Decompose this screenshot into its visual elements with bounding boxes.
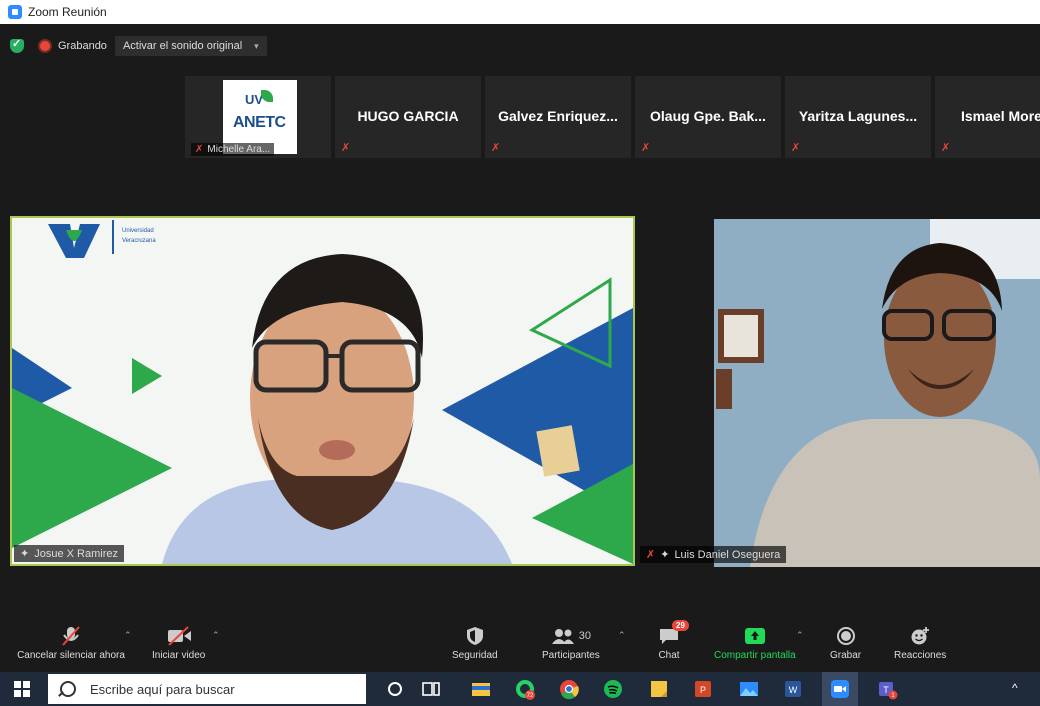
- zoom-app-icon: [8, 5, 22, 19]
- teams-icon[interactable]: T1: [876, 678, 898, 700]
- reactions-button[interactable]: Reacciones: [894, 624, 946, 661]
- share-screen-button[interactable]: Compartir pantalla: [714, 624, 796, 661]
- participant-nameplate: ✗ ✦ Luis Daniel Oseguera: [640, 546, 787, 563]
- taskbar-search-input[interactable]: [88, 680, 352, 698]
- participant-strip: UV ANETC ✗ Michelle Ara... HUGO GARCIA ✗…: [185, 76, 1040, 158]
- share-options-chevron-icon[interactable]: ⌃: [796, 630, 804, 641]
- windows-taskbar: 72 P W T1 ^: [0, 672, 1040, 706]
- reactions-label: Reacciones: [894, 650, 947, 661]
- mute-button[interactable]: Cancelar silenciar ahora: [16, 624, 126, 661]
- recording-label: Grabando: [58, 40, 107, 52]
- chevron-down-icon[interactable]: ▾: [254, 41, 259, 52]
- participant-name: Michelle Ara...: [207, 144, 271, 155]
- photos-icon[interactable]: [738, 678, 760, 700]
- chat-button[interactable]: 29 Chat: [658, 620, 689, 661]
- pin-icon: ✦: [20, 548, 30, 560]
- participants-button[interactable]: 30 Participantes: [542, 624, 600, 661]
- zoom-meeting-window: Grabando Activar el sonido original ▾ UV…: [0, 24, 1040, 672]
- sticky-notes-icon[interactable]: [648, 678, 670, 700]
- recording-dot-icon: [40, 41, 50, 51]
- chat-badge: 29: [672, 620, 689, 631]
- mic-muted-icon: ✗: [791, 142, 801, 154]
- pin-icon: ✦: [660, 549, 670, 561]
- active-speaker-video[interactable]: Universidad Veracruzana ✦ Josue X Ramire…: [10, 216, 635, 566]
- participant-name: Galvez Enriquez...: [498, 108, 618, 124]
- mic-muted-icon: ✗: [941, 142, 951, 154]
- whatsapp-badge: 72: [527, 693, 534, 699]
- speaker-video-frame: Universidad Veracruzana: [12, 218, 633, 564]
- institution-line-1: Universidad: [122, 228, 154, 234]
- mic-muted-icon: ✗: [646, 549, 656, 561]
- meeting-topbar: Grabando Activar el sonido original ▾: [10, 34, 267, 58]
- cortana-icon[interactable]: [384, 678, 406, 700]
- share-screen-icon: [744, 628, 765, 644]
- reactions-icon: [911, 627, 930, 645]
- video-off-icon: [167, 626, 191, 646]
- mute-options-chevron-icon[interactable]: ⌃: [124, 630, 132, 641]
- mic-muted-icon: ✗: [195, 144, 204, 155]
- svg-text:T: T: [883, 685, 889, 695]
- participant-tile[interactable]: Yaritza Lagunes... ✗: [785, 76, 931, 158]
- share-screen-label: Compartir pantalla: [714, 650, 796, 661]
- chat-label: Chat: [658, 650, 680, 661]
- participant-tile[interactable]: Galvez Enriquez... ✗: [485, 76, 631, 158]
- mic-muted-icon: ✗: [341, 142, 351, 154]
- logo-anetc-text: ANETC: [233, 114, 286, 131]
- whatsapp-icon[interactable]: 72: [514, 678, 536, 700]
- spotify-icon[interactable]: [602, 678, 624, 700]
- participants-icon: [551, 629, 574, 644]
- file-explorer-icon[interactable]: [470, 678, 492, 700]
- participant-tile[interactable]: Ismael More ✗: [935, 76, 1040, 158]
- original-sound-button[interactable]: Activar el sonido original ▾: [114, 36, 267, 56]
- security-label: Seguridad: [452, 650, 498, 661]
- participant-tile[interactable]: HUGO GARCIA ✗: [335, 76, 481, 158]
- meeting-toolbar: Cancelar silenciar ahora ⌃ Iniciar video…: [0, 620, 1040, 672]
- video-label: Iniciar video: [152, 650, 206, 661]
- participant-name: HUGO GARCIA: [357, 108, 459, 124]
- participant-name: Luis Daniel Oseguera: [674, 548, 781, 561]
- security-button[interactable]: Seguridad: [452, 624, 498, 661]
- windows-start-icon[interactable]: [14, 681, 30, 697]
- start-video-button[interactable]: Iniciar video: [152, 624, 205, 661]
- taskbar-search[interactable]: [48, 674, 366, 704]
- mute-label: Cancelar silenciar ahora: [17, 650, 125, 661]
- task-view-icon[interactable]: [420, 678, 442, 700]
- participant-nameplate: ✗ Michelle Ara...: [191, 143, 275, 156]
- participant-video-frame: [640, 219, 1040, 567]
- participant-video[interactable]: ✗ ✦ Luis Daniel Oseguera: [640, 219, 1040, 567]
- record-icon: [836, 627, 855, 645]
- tray-chevron-up-icon[interactable]: ^: [1012, 681, 1018, 695]
- institution-line-2: Veracruzana: [122, 238, 156, 244]
- svg-text:P: P: [700, 685, 706, 695]
- powerpoint-icon[interactable]: P: [692, 678, 714, 700]
- active-speaker-nameplate: ✦ Josue X Ramirez: [14, 545, 124, 562]
- mic-muted-icon: [62, 626, 80, 646]
- window-titlebar: Zoom Reunión: [0, 0, 1040, 24]
- record-label: Grabar: [830, 650, 862, 661]
- search-icon: [60, 681, 76, 697]
- participant-name: Yaritza Lagunes...: [798, 108, 918, 124]
- record-button[interactable]: Grabar: [830, 624, 861, 661]
- participant-name: Ismael More: [961, 108, 1040, 124]
- participants-count: 30: [578, 630, 592, 642]
- zoom-taskbar-icon[interactable]: [829, 678, 851, 700]
- participant-tile[interactable]: UV ANETC ✗ Michelle Ara...: [185, 76, 331, 158]
- active-speaker-name: Josue X Ramirez: [34, 547, 118, 560]
- svg-text:W: W: [789, 685, 798, 695]
- participant-tile[interactable]: Olaug Gpe. Bak... ✗: [635, 76, 781, 158]
- shield-icon: [466, 627, 483, 645]
- participants-label: Participantes: [542, 650, 600, 661]
- participant-name: Olaug Gpe. Bak...: [650, 108, 766, 124]
- mic-muted-icon: ✗: [491, 142, 501, 154]
- chrome-icon[interactable]: [558, 678, 580, 700]
- mic-muted-icon: ✗: [641, 142, 651, 154]
- video-options-chevron-icon[interactable]: ⌃: [212, 630, 220, 641]
- word-icon[interactable]: W: [782, 678, 804, 700]
- original-sound-label: Activar el sonido original: [122, 40, 243, 52]
- window-title: Zoom Reunión: [28, 5, 107, 19]
- participants-options-chevron-icon[interactable]: ⌃: [618, 630, 626, 641]
- encryption-shield-icon[interactable]: [10, 37, 24, 53]
